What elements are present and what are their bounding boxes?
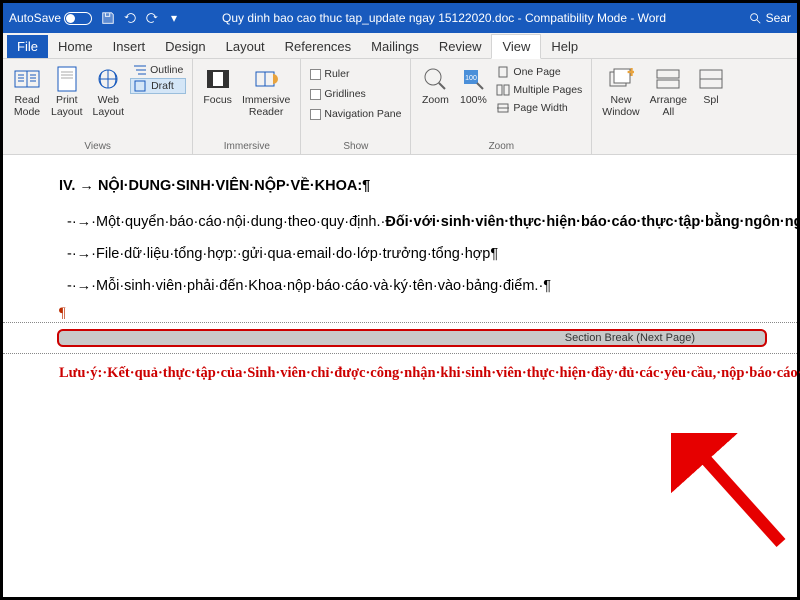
group-window: ✚New Window Arrange All Spl bbox=[592, 59, 735, 154]
web-layout-button[interactable]: Web Layout bbox=[89, 63, 129, 120]
title-bar: AutoSave ▾ Quy dinh bao cao thuc tap_upd… bbox=[3, 3, 797, 33]
immersive-reader-icon bbox=[252, 65, 280, 93]
read-mode-icon bbox=[13, 65, 41, 93]
zoom-100-button[interactable]: 100100% bbox=[455, 63, 491, 109]
page-divider bbox=[3, 353, 797, 354]
print-layout-icon bbox=[53, 65, 81, 93]
print-layout-button[interactable]: Print Layout bbox=[47, 63, 87, 120]
checkbox-icon bbox=[310, 69, 321, 80]
tab-insert[interactable]: Insert bbox=[103, 35, 156, 58]
one-page-icon bbox=[496, 66, 510, 78]
zoom-100-icon: 100 bbox=[459, 65, 487, 93]
group-zoom: Zoom 100100% One Page Multiple Pages Pag… bbox=[411, 59, 592, 154]
one-page-button[interactable]: One Page bbox=[493, 65, 585, 79]
checkbox-icon bbox=[310, 89, 321, 100]
new-window-icon: ✚ bbox=[607, 65, 635, 93]
new-window-button[interactable]: ✚New Window bbox=[598, 63, 643, 120]
autosave-label: AutoSave bbox=[9, 11, 61, 25]
paragraph: -·→·File·dữ·liệu·tổng·hợp:·gửi·qua·email… bbox=[81, 241, 761, 267]
dropdown-icon[interactable]: ▾ bbox=[166, 10, 182, 26]
focus-icon bbox=[204, 65, 232, 93]
draft-button[interactable]: Draft bbox=[130, 78, 186, 94]
toggle-off-icon bbox=[64, 12, 92, 25]
note-paragraph: Lưu·ý:·Kết·quả·thực·tập·của·Sinh·viên·ch… bbox=[59, 360, 761, 388]
zoom-icon bbox=[421, 65, 449, 93]
tab-home[interactable]: Home bbox=[48, 35, 103, 58]
multiple-pages-button[interactable]: Multiple Pages bbox=[493, 83, 585, 97]
svg-text:100: 100 bbox=[466, 75, 478, 82]
tab-help[interactable]: Help bbox=[541, 35, 588, 58]
search-label: Sear bbox=[766, 11, 791, 25]
checkbox-icon bbox=[310, 109, 321, 120]
group-label-views: Views bbox=[9, 141, 186, 152]
annotation-arrow-icon bbox=[671, 433, 791, 553]
tab-file[interactable]: File bbox=[7, 35, 48, 58]
split-icon bbox=[697, 65, 725, 93]
focus-button[interactable]: Focus bbox=[199, 63, 236, 109]
draft-icon bbox=[134, 80, 148, 92]
gridlines-checkbox[interactable]: Gridlines bbox=[307, 87, 404, 101]
ruler-checkbox[interactable]: Ruler bbox=[307, 67, 404, 81]
split-button[interactable]: Spl bbox=[693, 63, 729, 109]
paragraph: -·→·Mỗi·sinh·viên·phải·đến·Khoa·nộp·báo·… bbox=[81, 273, 761, 299]
group-immersive: Focus Immersive Reader Immersive bbox=[193, 59, 301, 154]
immersive-reader-button[interactable]: Immersive Reader bbox=[238, 63, 294, 120]
ribbon-tabs: File Home Insert Design Layout Reference… bbox=[3, 33, 797, 59]
autosave-toggle[interactable]: AutoSave bbox=[9, 11, 92, 25]
zoom-button[interactable]: Zoom bbox=[417, 63, 453, 109]
quick-access-toolbar: ▾ bbox=[100, 10, 182, 26]
search-button[interactable]: Sear bbox=[748, 11, 791, 25]
tab-design[interactable]: Design bbox=[155, 35, 215, 58]
heading: IV. → NỘI·DUNG·SINH·VIÊN·NỘP·VỀ·KHOA:¶ bbox=[59, 173, 761, 199]
ribbon: Read Mode Print Layout Web Layout Outlin… bbox=[3, 59, 797, 155]
group-views: Read Mode Print Layout Web Layout Outlin… bbox=[3, 59, 193, 154]
page-divider bbox=[3, 322, 797, 323]
group-label-show: Show bbox=[307, 141, 404, 152]
arrange-all-button[interactable]: Arrange All bbox=[646, 63, 691, 120]
navigation-pane-checkbox[interactable]: Navigation Pane bbox=[307, 107, 404, 121]
tab-view[interactable]: View bbox=[491, 34, 541, 59]
tab-mailings[interactable]: Mailings bbox=[361, 35, 429, 58]
web-layout-icon bbox=[94, 65, 122, 93]
document-title: Quy dinh bao cao thuc tap_update ngay 15… bbox=[222, 11, 666, 25]
pilcrow-mark: ¶ bbox=[59, 305, 797, 322]
read-mode-button[interactable]: Read Mode bbox=[9, 63, 45, 120]
undo-icon[interactable] bbox=[122, 10, 138, 26]
tab-review[interactable]: Review bbox=[429, 35, 492, 58]
section-break-indicator[interactable]: Section Break (Next Page) bbox=[57, 329, 767, 347]
outline-icon bbox=[133, 64, 147, 76]
save-icon[interactable] bbox=[100, 10, 116, 26]
group-show: Ruler Gridlines Navigation Pane Show bbox=[301, 59, 411, 154]
group-label-immersive: Immersive bbox=[199, 141, 294, 152]
redo-icon[interactable] bbox=[144, 10, 160, 26]
page-width-button[interactable]: Page Width bbox=[493, 101, 585, 115]
multiple-pages-icon bbox=[496, 84, 510, 96]
svg-text:✚: ✚ bbox=[627, 68, 634, 79]
paragraph: -·→·Một·quyển·báo·cáo·nội·dung·theo·quy·… bbox=[81, 209, 761, 235]
tab-references[interactable]: References bbox=[275, 35, 361, 58]
page-width-icon bbox=[496, 102, 510, 114]
group-label-zoom: Zoom bbox=[417, 141, 585, 152]
arrange-all-icon bbox=[654, 65, 682, 93]
tab-layout[interactable]: Layout bbox=[216, 35, 275, 58]
document-body[interactable]: IV. → NỘI·DUNG·SINH·VIÊN·NỘP·VỀ·KHOA:¶ -… bbox=[3, 155, 797, 299]
outline-button[interactable]: Outline bbox=[130, 63, 186, 77]
